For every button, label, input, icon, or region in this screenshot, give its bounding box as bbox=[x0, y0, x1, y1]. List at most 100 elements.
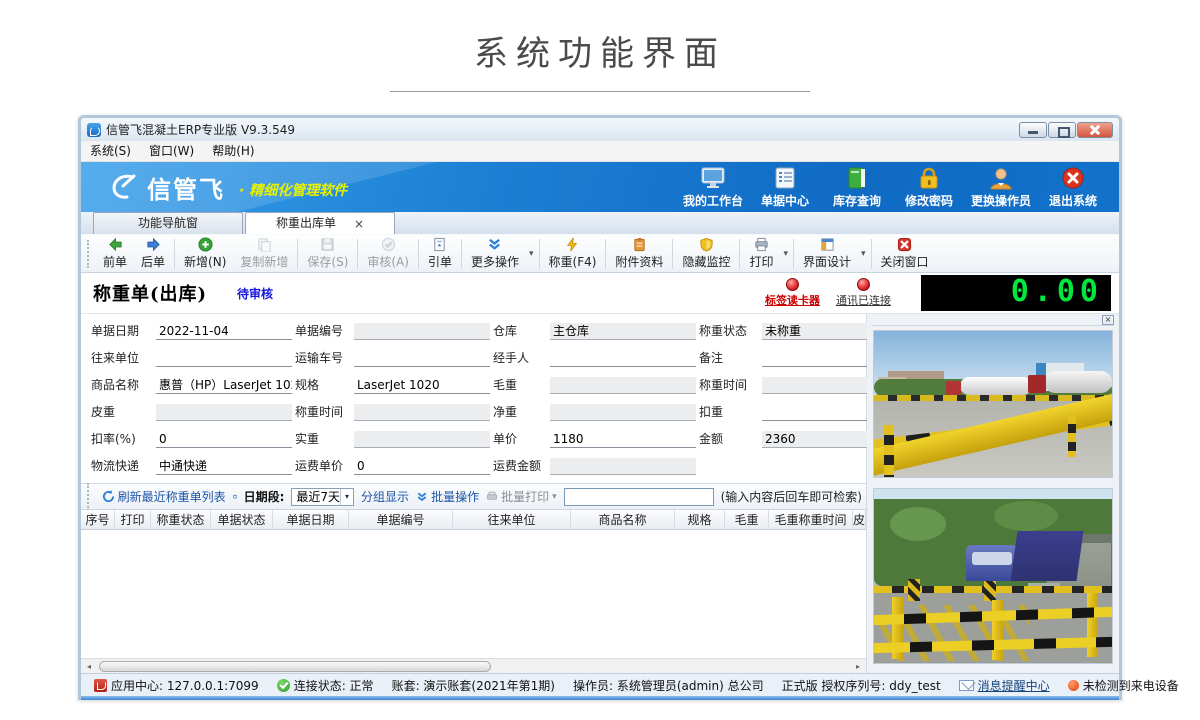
striped-post bbox=[1068, 415, 1076, 457]
more-actions-button[interactable]: 更多操作 bbox=[464, 236, 526, 271]
tab-weigh-outbound[interactable]: 称重出库单 × bbox=[245, 212, 395, 234]
scroll-thumb[interactable] bbox=[99, 661, 491, 672]
col-gross[interactable]: 毛重 bbox=[725, 510, 769, 529]
quick-document-center[interactable]: 单据中心 bbox=[749, 166, 821, 209]
comm-indicator[interactable]: 通讯已连接 bbox=[836, 278, 891, 308]
product-name-field[interactable]: 惠普（HP）LaserJet 1020 bbox=[156, 377, 292, 394]
status-caller-device: 未检测到来电设备 bbox=[1059, 677, 1188, 694]
message-center-link[interactable]: 消息提醒中心 bbox=[950, 677, 1059, 694]
col-seq[interactable]: 序号 bbox=[81, 510, 115, 529]
tag-reader-label[interactable]: 标签读卡器 bbox=[765, 292, 820, 308]
quick-inventory-query[interactable]: 库存查询 bbox=[821, 166, 893, 209]
field-label: 扣率(%) bbox=[91, 430, 153, 448]
menu-system[interactable]: 系统(S) bbox=[81, 141, 140, 161]
print-dropdown-icon[interactable]: ▾ bbox=[780, 249, 791, 259]
toolbar-separator bbox=[672, 239, 673, 269]
quick-workstation[interactable]: 我的工作台 bbox=[677, 166, 749, 209]
list-search-input[interactable] bbox=[564, 488, 714, 506]
col-print[interactable]: 打印 bbox=[115, 510, 151, 529]
scroll-left-icon[interactable]: ◂ bbox=[81, 659, 97, 674]
col-doc-status[interactable]: 单据状态 bbox=[211, 510, 273, 529]
col-weigh-status[interactable]: 称重状态 bbox=[151, 510, 211, 529]
add-new-button[interactable]: 新增(N) bbox=[177, 236, 233, 271]
customer-field[interactable] bbox=[156, 350, 292, 367]
field-label: 金额 bbox=[699, 430, 759, 448]
attachment-button[interactable]: 附件资料 bbox=[608, 236, 670, 271]
save-button: 保存(S) bbox=[300, 236, 355, 271]
date-range-value: 最近7天 bbox=[296, 488, 340, 505]
deduct-rate-field[interactable]: 0 bbox=[156, 431, 292, 448]
refresh-list-button[interactable]: 刷新最近称重单列表 bbox=[102, 488, 226, 505]
mail-icon bbox=[959, 680, 974, 691]
doc-number-field bbox=[354, 323, 490, 340]
copy-new-button: 复制新增 bbox=[233, 236, 295, 271]
toolbar-label: 新增(N) bbox=[184, 253, 226, 270]
col-product[interactable]: 商品名称 bbox=[571, 510, 675, 529]
doc-date-field[interactable]: 2022-11-04 bbox=[156, 323, 292, 340]
next-doc-button[interactable]: 后单 bbox=[134, 236, 172, 271]
logistics-field[interactable]: 中通快递 bbox=[156, 458, 292, 475]
deduct-weight-field[interactable] bbox=[762, 404, 884, 421]
date-range-select[interactable]: 最近7天 ▾ bbox=[291, 488, 354, 506]
list-body[interactable] bbox=[81, 530, 866, 658]
plus-icon bbox=[198, 237, 213, 252]
menu-window[interactable]: 窗口(W) bbox=[140, 141, 203, 161]
close-window-button[interactable]: 关闭窗口 bbox=[874, 236, 936, 271]
spec-field[interactable]: LaserJet 1020 bbox=[354, 377, 490, 394]
col-spec[interactable]: 规格 bbox=[675, 510, 725, 529]
quick-change-password[interactable]: 修改密码 bbox=[893, 166, 965, 209]
audit-button: 审核(A) bbox=[360, 236, 416, 271]
tab-close-icon[interactable]: × bbox=[354, 218, 364, 230]
menu-help[interactable]: 帮助(H) bbox=[203, 141, 263, 161]
remark-field[interactable] bbox=[762, 350, 884, 367]
more-actions-dropdown-icon[interactable]: ▾ bbox=[526, 249, 537, 259]
field-label: 规格 bbox=[295, 376, 351, 394]
prev-doc-button[interactable]: 前单 bbox=[96, 236, 134, 271]
truck-number-field[interactable] bbox=[354, 350, 490, 367]
menu-bar: 系统(S) 窗口(W) 帮助(H) bbox=[81, 141, 1119, 162]
print-button[interactable]: 打印 bbox=[742, 236, 780, 271]
tag-reader-indicator[interactable]: 标签读卡器 bbox=[765, 278, 820, 308]
tab-function-nav[interactable]: 功能导航窗 bbox=[93, 212, 243, 234]
quick-exit-system[interactable]: 退出系统 bbox=[1037, 166, 1109, 209]
batch-operation-link[interactable]: 批量操作 bbox=[416, 488, 479, 505]
camera-panel-close-button[interactable]: × bbox=[1102, 315, 1114, 325]
scroll-track[interactable] bbox=[97, 659, 850, 674]
col-gross-time[interactable]: 毛重称重时间 bbox=[769, 510, 853, 529]
minimize-button[interactable] bbox=[1019, 122, 1047, 138]
save-icon bbox=[320, 237, 335, 252]
toolbar-label: 界面设计 bbox=[803, 253, 851, 270]
col-doc-date[interactable]: 单据日期 bbox=[273, 510, 349, 529]
message-center-label[interactable]: 消息提醒中心 bbox=[978, 677, 1050, 694]
ui-design-button[interactable]: 界面设计 bbox=[796, 236, 858, 271]
tare-time-field bbox=[354, 404, 490, 421]
quick-switch-operator[interactable]: 更换操作员 bbox=[965, 166, 1037, 209]
weigh-form: 单据日期 2022-11-04 单据编号 仓库 主仓库 称重状态 未称重 往来单… bbox=[81, 314, 866, 484]
ui-design-dropdown-icon[interactable]: ▾ bbox=[858, 249, 869, 259]
unit-price-field[interactable]: 1180 bbox=[550, 431, 696, 448]
select-dropdown-icon: ▾ bbox=[340, 489, 353, 505]
horizontal-scrollbar[interactable]: ◂ ▸ bbox=[81, 658, 866, 673]
tab-strip: 功能导航窗 称重出库单 × bbox=[81, 212, 1119, 235]
col-doc-number[interactable]: 单据编号 bbox=[349, 510, 453, 529]
printer-icon bbox=[754, 237, 769, 252]
pull-doc-button[interactable]: 引单 bbox=[421, 236, 459, 271]
toolbar-separator bbox=[461, 239, 462, 269]
col-tare[interactable]: 皮 bbox=[853, 510, 866, 529]
amount-field: 2360 bbox=[762, 431, 884, 448]
col-customer[interactable]: 往来单位 bbox=[453, 510, 571, 529]
hide-monitor-button[interactable]: 隐藏监控 bbox=[675, 236, 737, 271]
close-button[interactable] bbox=[1077, 122, 1113, 138]
group-display-link[interactable]: 分组显示 bbox=[361, 488, 409, 505]
weigh-button[interactable]: 称重(F4) bbox=[542, 236, 604, 271]
barrier-post bbox=[1087, 593, 1098, 657]
comm-label[interactable]: 通讯已连接 bbox=[836, 292, 891, 308]
scroll-right-icon[interactable]: ▸ bbox=[850, 659, 866, 674]
maximize-button[interactable] bbox=[1048, 122, 1076, 138]
truck-cab bbox=[1028, 375, 1046, 393]
toolbar-label: 隐藏监控 bbox=[682, 253, 730, 270]
weigh-status-field: 未称重 bbox=[762, 323, 884, 340]
freight-price-field[interactable]: 0 bbox=[354, 458, 490, 475]
window-titlebar[interactable]: 信管飞混凝土ERP专业版 V9.3.549 bbox=[81, 118, 1119, 141]
handler-field[interactable] bbox=[550, 350, 696, 367]
